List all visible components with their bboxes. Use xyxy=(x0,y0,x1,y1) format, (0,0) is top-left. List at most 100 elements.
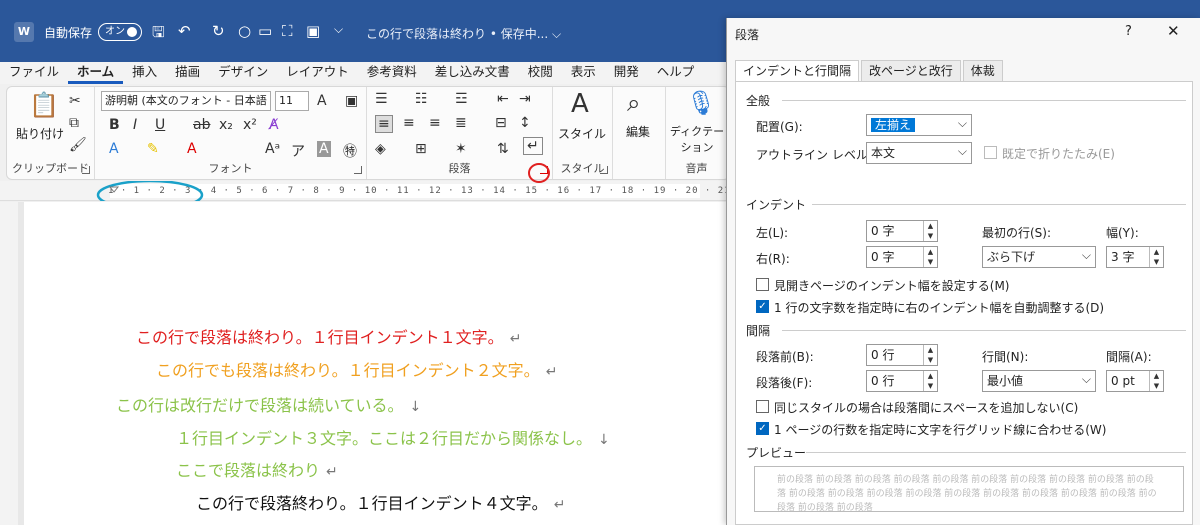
circle-icon[interactable]: ○ xyxy=(238,22,251,40)
styles-launcher-icon[interactable] xyxy=(600,166,608,174)
underline-icon[interactable]: U xyxy=(155,117,165,133)
no-space-same-style-checkbox[interactable] xyxy=(756,400,769,413)
paragraph-2[interactable]: この行でも段落は終わり。１行目インデント２文字。 ↵ xyxy=(156,357,557,381)
vertical-ruler[interactable] xyxy=(0,202,18,525)
tab-file[interactable]: ファイル xyxy=(0,62,68,84)
paragraph-3-line-2[interactable]: １行目インデント３文字。ここは２行目だから関係なし。 ↓ xyxy=(176,425,610,449)
horizontal-ruler[interactable]: 1 · 1 · 2 · 3 · 4 · 5 · 6 · 7 · 8 · 9 · … xyxy=(0,181,986,201)
format-painter-icon[interactable]: 🖌 xyxy=(69,137,87,153)
bold-icon[interactable]: B xyxy=(109,117,120,133)
editing-button[interactable]: 編集 xyxy=(615,123,661,140)
mirror-indents-checkbox[interactable] xyxy=(756,278,769,291)
spinner-icon[interactable]: ▲ ▼ xyxy=(1149,247,1163,267)
phonetic-icon[interactable]: ア xyxy=(291,141,305,161)
tab-developer[interactable]: 開発 xyxy=(605,62,648,84)
undo-icon[interactable]: ↶ xyxy=(178,22,191,40)
paragraph-4[interactable]: この行で段落終わり。１行目インデント４文字。 ↵ xyxy=(196,490,565,514)
tab-design[interactable]: デザイン xyxy=(209,62,277,84)
save-icon[interactable]: 🖫 xyxy=(152,22,165,47)
font-launcher-icon[interactable] xyxy=(354,166,362,174)
spinner-icon[interactable]: ▲ ▼ xyxy=(1149,371,1163,391)
subscript-icon[interactable]: x₂ xyxy=(219,117,233,133)
space-after-input[interactable]: 0 行 ▲ ▼ xyxy=(866,370,938,392)
tab-layout[interactable]: レイアウト xyxy=(277,62,358,84)
cut-icon[interactable]: ✂ xyxy=(69,93,81,109)
space-before-input[interactable]: 0 行 ▲ ▼ xyxy=(866,344,938,366)
document-title[interactable]: この行で段落は終わり • 保存中... ⌵ xyxy=(366,25,561,42)
styles-icon[interactable]: A xyxy=(571,89,589,119)
spinner-icon[interactable]: ▲ ▼ xyxy=(923,221,937,241)
paste-button[interactable]: 貼り付け xyxy=(15,125,65,142)
redo-icon[interactable]: ↻ xyxy=(212,22,225,40)
paragraph-3-line-1[interactable]: この行は改行だけで段落は続いている。 ↓ xyxy=(116,392,421,416)
align-right-icon[interactable]: ≡ xyxy=(429,115,441,131)
tab-indents-spacing[interactable]: インデントと行間隔 xyxy=(735,60,860,82)
tab-review[interactable]: 校閲 xyxy=(519,62,562,84)
font-name-combo[interactable]: 游明朝 (本文のフォント - 日本語 xyxy=(101,91,271,111)
char-border-icon[interactable]: ▣ xyxy=(345,93,358,109)
indent-width-input[interactable]: 3 字 ▲ ▼ xyxy=(1106,246,1164,268)
spinner-icon[interactable]: ▲ ▼ xyxy=(923,345,937,365)
clipboard-launcher-icon[interactable] xyxy=(82,166,90,174)
styles-button[interactable]: スタイル xyxy=(557,125,607,142)
search-icon[interactable]: ⌕ xyxy=(627,89,640,117)
increase-indent-icon[interactable]: ⇥ xyxy=(519,91,531,107)
tab-asian-typography[interactable]: 体裁 xyxy=(962,60,1003,82)
help-icon[interactable]: ? xyxy=(1125,24,1132,39)
line-spacing-icon[interactable]: ↕ xyxy=(519,115,531,131)
show-marks-icon[interactable]: ↵ xyxy=(523,137,543,155)
highlight-icon[interactable]: ✎ xyxy=(147,141,159,157)
distribute-icon[interactable]: ⊟ xyxy=(495,115,507,131)
copy-icon[interactable]: ⧉ xyxy=(69,115,79,131)
font-color-icon[interactable]: A xyxy=(187,141,197,157)
spacing-at-input[interactable]: 0 pt ▲ ▼ xyxy=(1106,370,1164,392)
paragraph-1[interactable]: この行で段落は終わり。１行目インデント１文字。 ↵ xyxy=(136,324,521,348)
bullets-icon[interactable]: ☰ xyxy=(375,91,388,107)
alignment-select[interactable]: 左揃え xyxy=(866,113,972,136)
line-spacing-select[interactable]: 最小値 xyxy=(982,369,1096,392)
align-center-icon[interactable]: ≡ xyxy=(403,115,415,131)
asian-layout-icon[interactable]: ✶ xyxy=(455,141,467,157)
font-size-combo[interactable]: 11 xyxy=(275,91,309,111)
outline-level-select[interactable]: 本文 xyxy=(866,141,972,164)
close-icon[interactable]: ✕ xyxy=(1167,22,1180,40)
enclose-char-icon[interactable]: ㊕ xyxy=(343,141,357,161)
grow-font-icon[interactable]: A xyxy=(317,93,327,109)
collapse-checkbox[interactable] xyxy=(984,146,997,159)
paste-icon[interactable]: 📋 xyxy=(29,91,59,119)
spinner-icon[interactable]: ▲ ▼ xyxy=(923,371,937,391)
sort-icon[interactable]: ⇅ xyxy=(497,141,509,157)
left-indent-input[interactable]: 0 字 ▲ ▼ xyxy=(866,220,938,242)
autosave-toggle[interactable]: オン xyxy=(98,23,142,41)
auto-adjust-checkbox[interactable]: ✓ xyxy=(756,300,769,313)
tab-help[interactable]: ヘルプ xyxy=(648,62,704,84)
microphone-icon[interactable]: 🎙 xyxy=(686,89,716,117)
tab-home[interactable]: ホーム xyxy=(68,62,124,84)
first-line-select[interactable]: ぶら下げ xyxy=(982,245,1096,268)
borders-icon[interactable]: ⊞ xyxy=(415,141,427,157)
picture-icon[interactable]: ⛶ xyxy=(282,22,293,40)
tab-insert[interactable]: 挿入 xyxy=(123,62,166,84)
paragraph-3-line-3[interactable]: ここで段落は終わり ↵ xyxy=(176,457,338,481)
text-effects-icon[interactable]: A xyxy=(109,141,119,157)
dictate-button[interactable]: ディクテー ション xyxy=(668,123,726,155)
right-indent-input[interactable]: 0 字 ▲ ▼ xyxy=(866,246,938,268)
snap-to-grid-checkbox[interactable]: ✓ xyxy=(756,422,769,435)
superscript-icon[interactable]: x² xyxy=(243,117,257,133)
italic-icon[interactable]: I xyxy=(133,117,137,133)
spinner-icon[interactable]: ▲ ▼ xyxy=(923,247,937,267)
clear-format-icon[interactable]: A̸ xyxy=(269,117,279,133)
shading-icon[interactable]: ◈ xyxy=(375,141,386,157)
case-icon[interactable]: Aᵃ xyxy=(265,141,280,157)
tab-draw[interactable]: 描画 xyxy=(166,62,209,84)
text-box-icon[interactable]: ▣ xyxy=(306,22,320,40)
new-doc-icon[interactable]: ▭ xyxy=(258,22,272,40)
justify-icon[interactable]: ≣ xyxy=(455,115,467,131)
document-page[interactable]: この行で段落は終わり。１行目インデント１文字。 ↵ この行でも段落は終わり。１行目… xyxy=(24,202,730,525)
tab-view[interactable]: 表示 xyxy=(562,62,605,84)
tab-mailings[interactable]: 差し込み文書 xyxy=(426,62,519,84)
strikethrough-icon[interactable]: ab xyxy=(193,117,210,133)
decrease-indent-icon[interactable]: ⇤ xyxy=(497,91,509,107)
tab-references[interactable]: 参考資料 xyxy=(358,62,426,84)
numbering-icon[interactable]: ☷ xyxy=(415,91,428,107)
